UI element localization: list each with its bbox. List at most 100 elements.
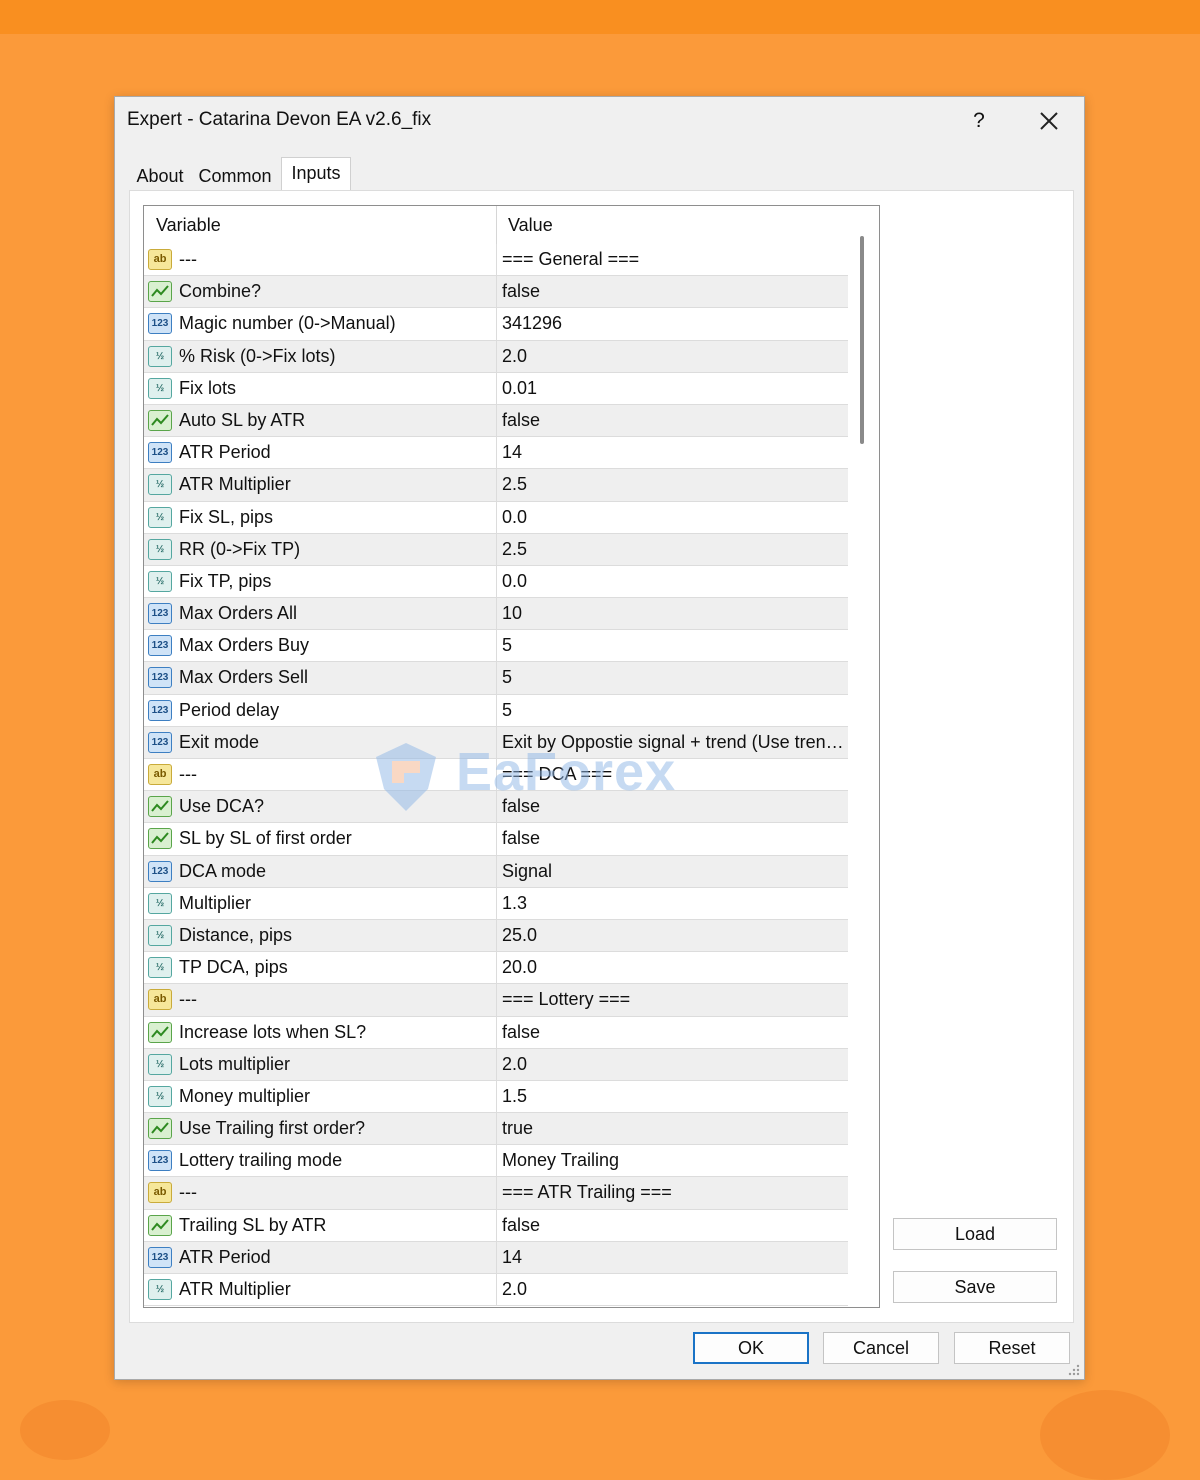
- variable-value[interactable]: 1.3: [502, 888, 844, 919]
- variable-value[interactable]: Exit by Oppostie signal + trend (Use tre…: [502, 727, 844, 758]
- table-row[interactable]: Auto SL by ATR false: [144, 404, 848, 438]
- variable-name: Period delay: [179, 699, 280, 720]
- table-row[interactable]: 123 Max Orders All 10: [144, 598, 848, 631]
- cell-divider: [496, 694, 497, 726]
- cancel-button[interactable]: Cancel: [823, 1332, 939, 1364]
- variable-value[interactable]: 5: [502, 630, 844, 661]
- table-row[interactable]: Use Trailing first order? true: [144, 1113, 848, 1146]
- variable-value[interactable]: 0.0: [502, 566, 844, 597]
- table-row[interactable]: ½ RR (0->Fix TP) 2.5: [144, 533, 848, 566]
- table-row[interactable]: 123 ATR Period 14: [144, 437, 848, 470]
- table-row[interactable]: ab --- === ATR Trailing ===: [144, 1177, 848, 1210]
- cell-divider: [496, 1241, 497, 1273]
- resize-grip-icon[interactable]: [1067, 1363, 1081, 1377]
- table-row[interactable]: 123 Magic number (0->Manual) 341296: [144, 308, 848, 341]
- variable-name: ATR Multiplier: [179, 1279, 291, 1299]
- table-row[interactable]: 123 Lottery trailing mode Money Trailing: [144, 1145, 848, 1178]
- table-row[interactable]: ½ % Risk (0->Fix lots) 2.0: [144, 340, 848, 373]
- tab-inputs[interactable]: Inputs: [281, 157, 351, 191]
- cell-divider: [496, 1048, 497, 1080]
- variable-value[interactable]: 25.0: [502, 920, 844, 951]
- cell-divider: [496, 308, 497, 340]
- variable-value[interactable]: 5: [502, 662, 844, 693]
- variable-name: RR (0->Fix TP): [179, 538, 301, 559]
- inputs-grid: Variable Value ab --- === General === Combi…: [143, 205, 880, 1308]
- variable-value[interactable]: 2.0: [502, 341, 844, 372]
- variable-value[interactable]: false: [502, 276, 844, 307]
- variable-value[interactable]: false: [502, 823, 844, 854]
- scrollbar-thumb[interactable]: [860, 236, 864, 444]
- table-row[interactable]: ½ TP DCA, pips 20.0: [144, 952, 848, 985]
- variable-value[interactable]: === Lottery ===: [502, 984, 844, 1015]
- variable-value[interactable]: === ATR Trailing ===: [502, 1177, 844, 1208]
- load-button[interactable]: Load: [893, 1218, 1057, 1250]
- variable-value[interactable]: 1.5: [502, 1081, 844, 1112]
- tab-about[interactable]: About: [129, 161, 191, 191]
- variable-value[interactable]: === DCA ===: [502, 759, 844, 790]
- save-button[interactable]: Save: [893, 1271, 1057, 1303]
- table-row[interactable]: Trailing SL by ATR false: [144, 1209, 848, 1242]
- column-header-variable[interactable]: Variable: [144, 206, 496, 244]
- table-row[interactable]: SL by SL of first order false: [144, 823, 848, 856]
- table-row[interactable]: ½ Money multiplier 1.5: [144, 1080, 848, 1114]
- reset-button[interactable]: Reset: [954, 1332, 1070, 1364]
- variable-name: Use DCA?: [179, 796, 265, 817]
- variable-value[interactable]: false: [502, 1210, 844, 1241]
- table-row[interactable]: Combine? false: [144, 276, 848, 309]
- integer-type-icon: 123: [148, 313, 172, 335]
- boolean-type-icon: [148, 409, 172, 431]
- table-row[interactable]: 123 Max Orders Sell 5: [144, 662, 848, 695]
- variable-value[interactable]: 10: [502, 598, 844, 629]
- variable-value[interactable]: 20.0: [502, 952, 844, 983]
- table-row[interactable]: ab --- === DCA ===: [144, 759, 848, 792]
- variable-value[interactable]: false: [502, 1017, 844, 1048]
- variable-value[interactable]: 0.0: [502, 502, 844, 533]
- table-row[interactable]: ½ ATR Multiplier 2.5: [144, 469, 848, 502]
- table-row[interactable]: ½ ATR Multiplier 2.0: [144, 1274, 848, 1307]
- help-button[interactable]: ?: [963, 103, 995, 139]
- table-row[interactable]: ½ Fix TP, pips 0.0: [144, 565, 848, 599]
- table-row[interactable]: Increase lots when SL? false: [144, 1016, 848, 1049]
- table-row[interactable]: ab --- === General ===: [144, 244, 848, 277]
- variable-value[interactable]: 2.5: [502, 469, 844, 500]
- grid-header: Variable Value: [144, 206, 848, 244]
- ok-button[interactable]: OK: [693, 1332, 809, 1364]
- vertical-scrollbar[interactable]: [848, 206, 879, 1307]
- table-row[interactable]: Use DCA? false: [144, 791, 848, 824]
- table-row[interactable]: ½ Fix SL, pips 0.0: [144, 501, 848, 534]
- table-row[interactable]: 123 DCA mode Signal: [144, 855, 848, 888]
- variable-value[interactable]: 341296: [502, 308, 844, 339]
- table-row[interactable]: 123 Period delay 5: [144, 694, 848, 727]
- variable-value[interactable]: 2.5: [502, 534, 844, 565]
- title-bar[interactable]: Expert - Catarina Devon EA v2.6_fix ?: [115, 97, 1084, 145]
- variable-value[interactable]: 2.0: [502, 1049, 844, 1080]
- variable-value[interactable]: 5: [502, 695, 844, 726]
- close-button[interactable]: [1029, 101, 1069, 141]
- column-header-value[interactable]: Value: [496, 206, 848, 244]
- variable-name: ATR Period: [179, 442, 271, 463]
- variable-value[interactable]: Money Trailing: [502, 1145, 844, 1176]
- variable-value[interactable]: 0.01: [502, 373, 844, 404]
- tab-common[interactable]: Common: [195, 161, 275, 191]
- string-type-icon: ab: [148, 764, 172, 785]
- boolean-type-icon: [148, 828, 172, 850]
- table-row[interactable]: ½ Multiplier 1.3: [144, 887, 848, 920]
- variable-value[interactable]: Signal: [502, 856, 844, 887]
- table-row[interactable]: ½ Lots multiplier 2.0: [144, 1048, 848, 1081]
- table-row[interactable]: ½ Fix lots 0.01: [144, 372, 848, 405]
- variable-value[interactable]: === General ===: [502, 244, 844, 275]
- string-type-icon: ab: [148, 989, 172, 1011]
- table-row[interactable]: ½ Distance, pips 25.0: [144, 919, 848, 953]
- variable-value[interactable]: false: [502, 791, 844, 822]
- variable-value[interactable]: 2.0: [502, 1274, 844, 1305]
- table-row[interactable]: 123 Max Orders Buy 5: [144, 630, 848, 663]
- variable-value[interactable]: 14: [502, 437, 844, 468]
- cell-divider: [496, 855, 497, 887]
- table-row[interactable]: 123 ATR Period 14: [144, 1241, 848, 1274]
- window-title: Expert - Catarina Devon EA v2.6_fix: [127, 109, 432, 130]
- variable-value[interactable]: true: [502, 1113, 844, 1144]
- table-row[interactable]: ab --- === Lottery ===: [144, 984, 848, 1017]
- variable-value[interactable]: false: [502, 405, 844, 436]
- table-row[interactable]: 123 Exit mode Exit by Oppostie signal + tr…: [144, 726, 848, 759]
- variable-value[interactable]: 14: [502, 1242, 844, 1273]
